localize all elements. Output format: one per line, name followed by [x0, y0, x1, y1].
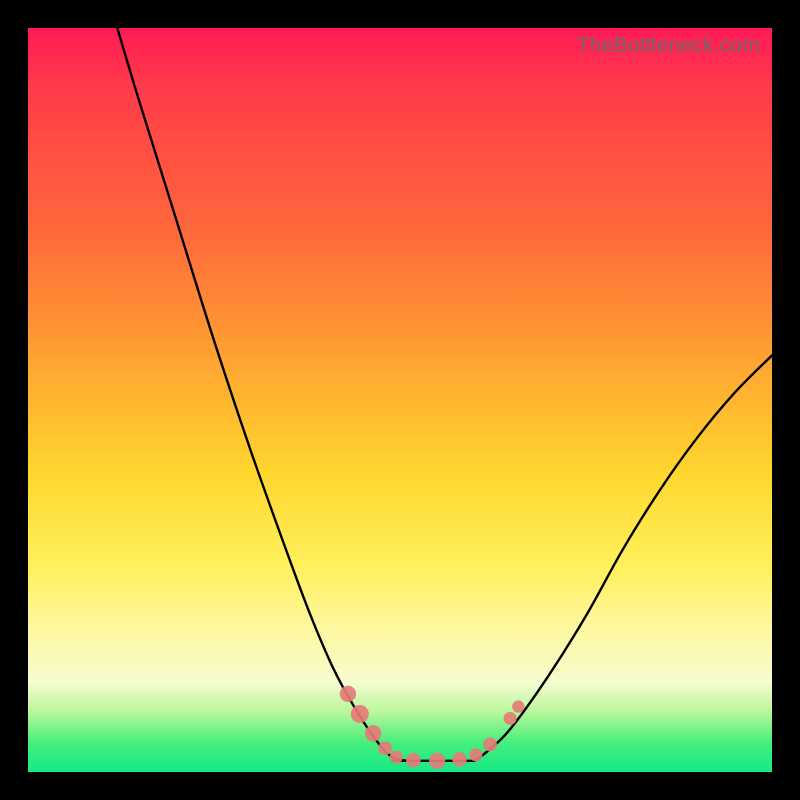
right-dot-b	[483, 738, 497, 752]
curve-layer	[117, 28, 772, 761]
floor-dot-a	[390, 751, 403, 764]
outer-frame: TheBottleneck.com	[0, 0, 800, 800]
right-curve	[474, 355, 772, 760]
left-dot-d	[378, 741, 392, 755]
plot-area: TheBottleneck.com	[28, 28, 772, 772]
left-dot-a	[340, 686, 356, 702]
right-dot-a	[469, 748, 482, 761]
floor-dot-d	[452, 752, 467, 767]
left-dot-c	[365, 725, 381, 741]
left-dot-b	[351, 705, 369, 723]
right-dot-c	[504, 712, 517, 725]
left-curve	[117, 28, 407, 761]
floor-dot-c	[429, 753, 445, 769]
right-dot-d	[512, 700, 524, 712]
chart-svg	[28, 28, 772, 772]
floor-dot-b	[406, 753, 421, 768]
